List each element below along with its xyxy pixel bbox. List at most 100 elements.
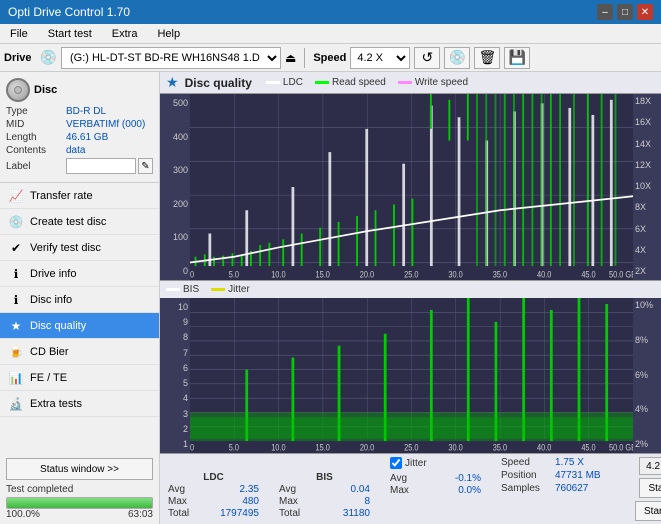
ldc-stats-header: LDC [168, 472, 259, 483]
jitter-checkbox[interactable] [390, 457, 402, 469]
disc-length-label: Length [6, 132, 66, 143]
fe-te-icon: 📊 [8, 370, 24, 386]
bottom-chart-section: 10 9 8 7 6 5 4 3 2 1 [160, 298, 661, 453]
sidebar: Disc Type BD-R DL MID VERBATIMf (000) Le… [0, 72, 160, 524]
sidebar-item-cd-bier[interactable]: 🍺 CD Bier [0, 339, 159, 365]
status-window-button[interactable]: Status window >> [6, 458, 153, 480]
speed-select[interactable]: 4.2 X [350, 47, 410, 69]
sidebar-item-fe-te[interactable]: 📊 FE / TE [0, 365, 159, 391]
maximize-button[interactable]: □ [617, 4, 633, 20]
close-button[interactable]: ✕ [637, 4, 653, 20]
svg-text:15.0: 15.0 [316, 269, 331, 280]
sidebar-item-disc-info[interactable]: ℹ Disc info [0, 287, 159, 313]
svg-text:45.0: 45.0 [581, 442, 596, 453]
avg-label-bis: Avg [279, 484, 309, 495]
drive-select[interactable]: (G:) HL-DT-ST BD-RE WH16NS48 1.D3 [61, 47, 281, 69]
legend-jitter-color [211, 288, 225, 291]
refresh-button[interactable]: ↺ [414, 47, 440, 69]
legend-write-speed-color [398, 81, 412, 84]
bis-max-value: 8 [315, 496, 370, 507]
menu-file[interactable]: File [4, 26, 34, 42]
sidebar-item-create-test-disc[interactable]: 💿 Create test disc [0, 209, 159, 235]
progress-bar-background [6, 497, 153, 509]
legend-ldc-label: LDC [283, 77, 303, 88]
svg-text:30.0: 30.0 [448, 442, 463, 453]
sidebar-item-create-test-disc-label: Create test disc [30, 216, 106, 228]
jitter-stats: Jitter Avg -0.1% Max 0.0% [390, 457, 481, 521]
svg-text:45.0: 45.0 [581, 269, 596, 280]
extra-tests-icon: 🔬 [8, 396, 24, 412]
legend-bis: BIS [166, 284, 199, 295]
sidebar-item-transfer-rate[interactable]: 📈 Transfer rate [0, 183, 159, 209]
jitter-avg-value: -0.1% [426, 473, 481, 484]
top-chart-main: 0 5.0 10.0 15.0 20.0 25.0 30.0 35.0 40.0… [190, 94, 633, 280]
svg-text:40.0: 40.0 [537, 442, 552, 453]
charts-area: 500 400 300 200 100 0 [160, 94, 661, 453]
sidebar-item-drive-info[interactable]: ℹ Drive info [0, 261, 159, 287]
start-full-button[interactable]: Start full [639, 478, 661, 498]
disc-icon [6, 78, 30, 102]
app-title: Opti Drive Control 1.70 [8, 5, 130, 19]
disc-type-value: BD-R DL [66, 106, 153, 117]
sidebar-item-disc-info-label: Disc info [30, 294, 72, 306]
sidebar-item-extra-tests[interactable]: 🔬 Extra tests [0, 391, 159, 417]
svg-text:30.0: 30.0 [448, 269, 463, 280]
svg-text:40.0: 40.0 [537, 269, 552, 280]
test-speed-select[interactable]: 4.2 X [639, 457, 661, 475]
disc-panel: Disc Type BD-R DL MID VERBATIMf (000) Le… [0, 72, 159, 183]
disc-mid-value: VERBATIMf (000) [66, 119, 153, 130]
bottom-chart-y-left: 10 9 8 7 6 5 4 3 2 1 [160, 298, 190, 453]
legend-jitter-label: Jitter [228, 284, 250, 295]
legend-write-speed-label: Write speed [415, 77, 468, 88]
sidebar-item-cd-bier-label: CD Bier [30, 346, 69, 358]
main-layout: Disc Type BD-R DL MID VERBATIMf (000) Le… [0, 72, 661, 524]
action-buttons: 4.2 X Start full Start part [635, 457, 661, 521]
progress-time: 63:03 [128, 509, 153, 520]
sidebar-item-verify-test-disc[interactable]: ✔ Verify test disc [0, 235, 159, 261]
svg-text:50.0 GB: 50.0 GB [609, 442, 633, 453]
disc-label-input[interactable] [66, 158, 136, 174]
content-header: ★ Disc quality LDC Read speed Write spee… [160, 72, 661, 94]
top-chart-section: 500 400 300 200 100 0 [160, 94, 661, 280]
avg-label-ldc: Avg [168, 484, 198, 495]
svg-text:10.0: 10.0 [271, 269, 286, 280]
menu-extra[interactable]: Extra [106, 26, 144, 42]
chart-legend: LDC Read speed Write speed [266, 77, 468, 88]
menu-help[interactable]: Help [151, 26, 186, 42]
position-stat-label: Position [501, 470, 551, 481]
max-label-bis: Max [279, 496, 309, 507]
disc-quality-icon: ★ [8, 318, 24, 334]
progress-bar-area: Test completed 100.0% 63:03 [6, 484, 153, 520]
top-chart-y-left: 500 400 300 200 100 0 [160, 94, 190, 280]
drive-label: Drive [4, 52, 32, 64]
disc-button[interactable]: 💿 [444, 47, 470, 69]
avg-label-jitter: Avg [390, 473, 420, 484]
ldc-max-value: 480 [204, 496, 259, 507]
content-header-title: Disc quality [185, 76, 252, 90]
eject-icon: ⏏ [285, 51, 296, 65]
top-chart-y-right: 18X 16X 14X 12X 10X 8X 6X 4X 2X [633, 94, 661, 280]
start-part-button[interactable]: Start part [635, 501, 661, 521]
minimize-button[interactable]: – [597, 4, 613, 20]
svg-text:5.0: 5.0 [229, 269, 240, 280]
svg-text:50.0 GB: 50.0 GB [609, 269, 633, 280]
menu-start-test[interactable]: Start test [42, 26, 98, 42]
sidebar-item-disc-quality[interactable]: ★ Disc quality [0, 313, 159, 339]
bis-total-value: 31180 [315, 508, 370, 519]
save-button[interactable]: 💾 [504, 47, 530, 69]
legend-read-speed-color [315, 81, 329, 84]
svg-text:25.0: 25.0 [404, 442, 419, 453]
content-area: ★ Disc quality LDC Read speed Write spee… [160, 72, 661, 524]
verify-test-disc-icon: ✔ [8, 240, 24, 256]
toolbar-separator [304, 48, 305, 68]
total-label-ldc: Total [168, 508, 198, 519]
erase-button[interactable]: 🗑 [474, 47, 500, 69]
speed-label: Speed [313, 52, 346, 64]
stats-area: LDC Avg 2.35 Max 480 Total 1797495 BIS [160, 453, 661, 524]
samples-stat-label: Samples [501, 483, 551, 494]
svg-text:15.0: 15.0 [316, 442, 331, 453]
bis-avg-value: 0.04 [315, 484, 370, 495]
progress-bar-fill [7, 498, 152, 508]
disc-label-edit-button[interactable]: ✎ [138, 158, 153, 174]
bottom-chart-y-right: 10% 8% 6% 4% 2% [633, 298, 661, 453]
